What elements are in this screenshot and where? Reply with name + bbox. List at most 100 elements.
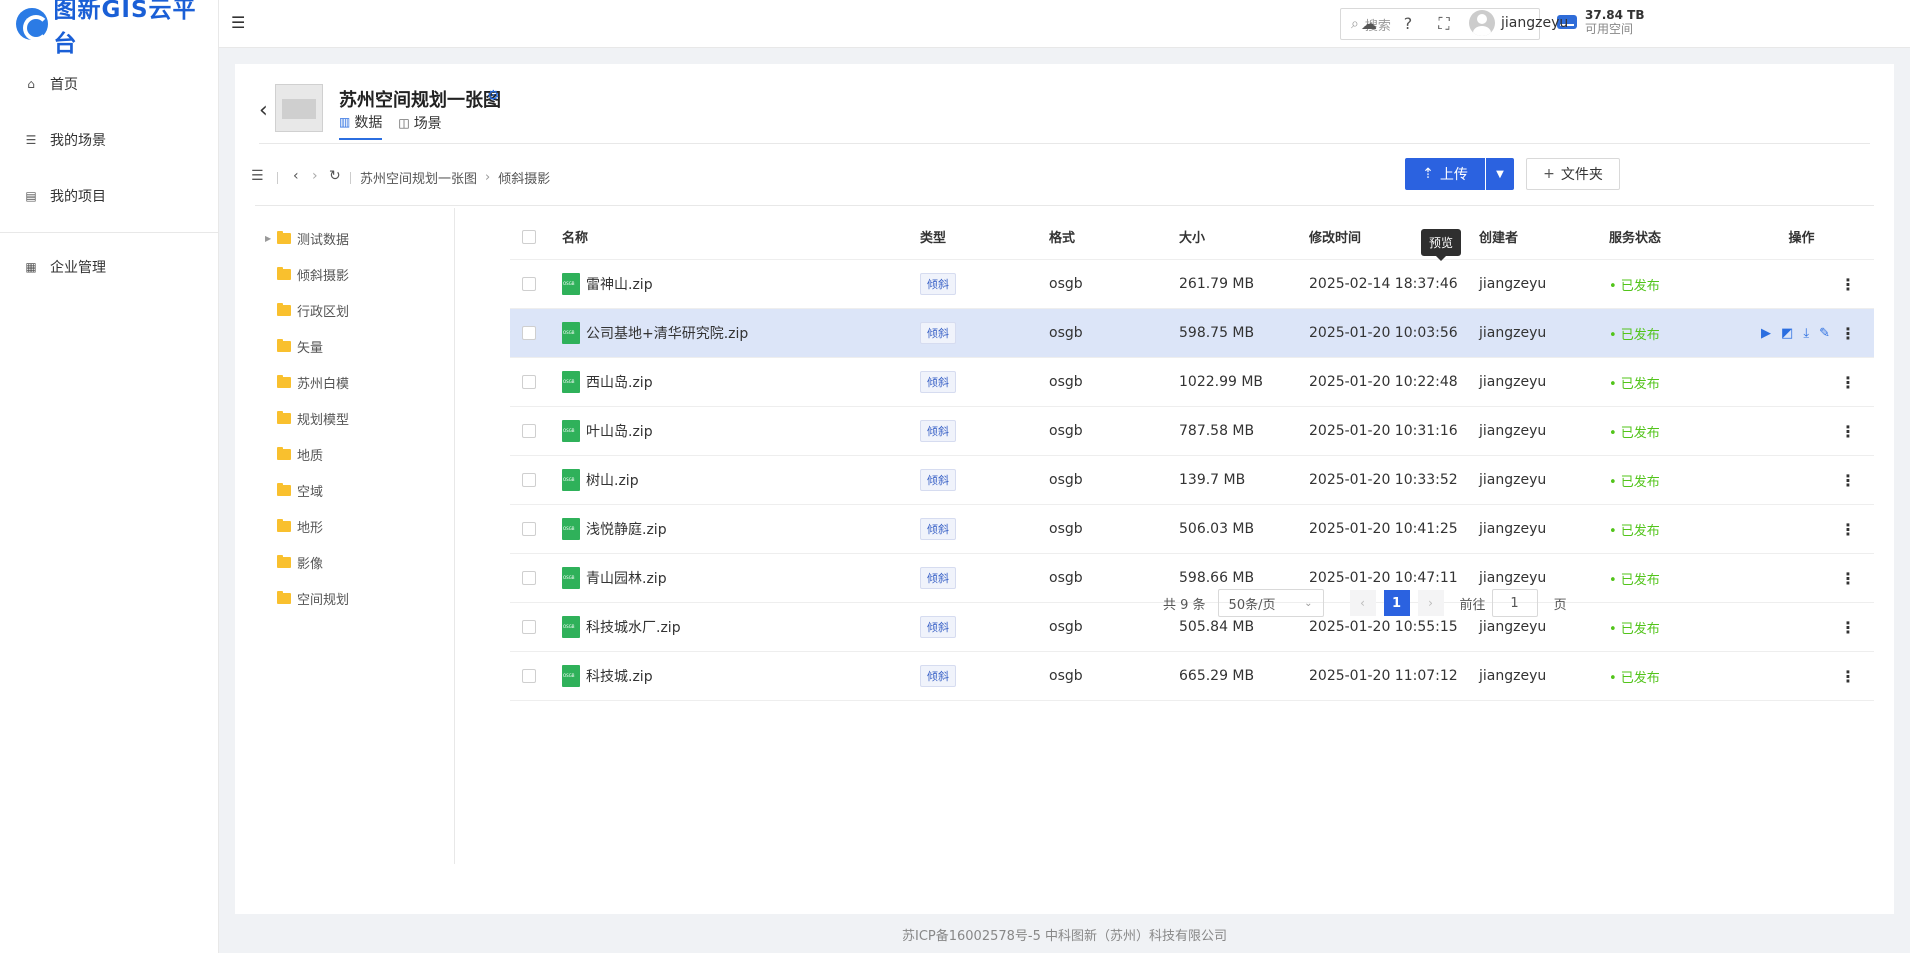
file-name[interactable]: 科技城.zip: [586, 666, 653, 686]
file-name[interactable]: 浅悦静庭.zip: [586, 519, 667, 539]
caret-right-icon[interactable]: ▶: [265, 234, 275, 243]
more-vertical-icon[interactable]: ⋮: [1840, 422, 1856, 441]
col-header-creator[interactable]: 创建者: [1479, 227, 1609, 246]
file-format: osgb: [1049, 570, 1083, 586]
list-view-icon[interactable]: ☰: [251, 168, 264, 184]
sidebar-item-home[interactable]: ⌂ 首页: [0, 56, 218, 112]
file-name[interactable]: 科技城水厂.zip: [586, 617, 681, 637]
file-name[interactable]: 树山.zip: [586, 470, 639, 490]
status-badge: • 已发布: [1609, 376, 1660, 392]
tree-item[interactable]: 规划模型: [255, 400, 454, 436]
tree-item[interactable]: 空域: [255, 472, 454, 508]
modified-time: 2025-01-20 10:47:11: [1309, 570, 1458, 586]
col-header-format[interactable]: 格式: [1049, 227, 1179, 246]
file-name[interactable]: 青山园林.zip: [586, 568, 667, 588]
more-vertical-icon[interactable]: ⋮: [1840, 373, 1856, 392]
tab-data[interactable]: ▥ 数据: [339, 112, 383, 140]
page-size-select[interactable]: 50条/页 ⌄: [1217, 589, 1324, 617]
refresh-icon[interactable]: ↻: [329, 168, 341, 184]
more-vertical-icon[interactable]: ⋮: [1840, 275, 1856, 294]
more-vertical-icon[interactable]: ⋮: [1840, 471, 1856, 490]
nav-forward-icon[interactable]: ›: [312, 168, 318, 184]
file-name[interactable]: 叶山岛.zip: [586, 421, 653, 441]
avatar: [1469, 10, 1495, 36]
fullscreen-icon[interactable]: ⛶: [1434, 14, 1454, 34]
goto-label: 前往: [1459, 597, 1486, 613]
tree-item[interactable]: 影像: [255, 544, 454, 580]
tree-item[interactable]: 空间规划: [255, 580, 454, 616]
more-vertical-icon[interactable]: ⋮: [1840, 618, 1856, 637]
osgb-file-icon: [562, 322, 580, 344]
menu-toggle-icon[interactable]: ☰: [231, 14, 249, 32]
table-row[interactable]: 浅悦静庭.zip 倾斜 osgb 506.03 MB 2025-01-20 10:41:…: [510, 505, 1874, 554]
folder-icon: [277, 374, 291, 388]
more-vertical-icon[interactable]: ⋮: [1840, 520, 1856, 539]
table-row[interactable]: 雷神山.zip 倾斜 osgb 261.79 MB 2025-02-14 18:37:4…: [510, 260, 1874, 309]
more-vertical-icon[interactable]: ⋮: [1840, 569, 1856, 588]
page-number-current[interactable]: 1: [1383, 590, 1410, 616]
logo[interactable]: 图新GIS云平台: [0, 0, 218, 57]
upload-dropdown-button[interactable]: ▼: [1486, 158, 1514, 190]
tree-item[interactable]: 矢量: [255, 328, 454, 364]
row-checkbox[interactable]: [522, 620, 536, 634]
more-vertical-icon[interactable]: ⋮: [1840, 324, 1856, 343]
next-page-button[interactable]: ›: [1417, 590, 1444, 616]
prev-page-button[interactable]: ‹: [1349, 590, 1376, 616]
file-name[interactable]: 雷神山.zip: [586, 274, 653, 294]
sidebar-divider: [0, 232, 218, 233]
breadcrumb-item[interactable]: 苏州空间规划一张图: [360, 168, 477, 187]
select-all-checkbox[interactable]: [522, 229, 536, 244]
back-icon[interactable]: ‹: [259, 98, 268, 123]
sidebar-item-my-scenes[interactable]: ☰ 我的场景: [0, 112, 218, 168]
col-header-status[interactable]: 服务状态: [1609, 227, 1729, 246]
upload-button[interactable]: ⇡ 上传: [1405, 158, 1485, 190]
gear-icon[interactable]: ⚙: [487, 88, 500, 104]
creator: jiangzeyu: [1479, 570, 1547, 586]
tree-item[interactable]: 苏州白模: [255, 364, 454, 400]
sidebar-item-my-projects[interactable]: ▤ 我的项目: [0, 168, 218, 224]
row-checkbox[interactable]: [522, 424, 536, 438]
new-folder-button[interactable]: + 文件夹: [1526, 158, 1620, 190]
cloud-upload-icon[interactable]: ☁: [1359, 14, 1379, 34]
row-checkbox[interactable]: [522, 473, 536, 487]
tab-scene[interactable]: ◫ 场景: [398, 112, 441, 140]
total-count: 共 9 条: [1163, 597, 1206, 613]
nav-back-icon[interactable]: ‹: [293, 168, 299, 184]
row-checkbox[interactable]: [522, 522, 536, 536]
goto-page-input[interactable]: 1: [1491, 589, 1538, 617]
table-row[interactable]: 科技城.zip 倾斜 osgb 665.29 MB 2025-01-20 11:07:1…: [510, 652, 1874, 701]
row-checkbox[interactable]: [522, 277, 536, 291]
user-menu[interactable]: jiangzeyu: [1469, 10, 1568, 36]
preview-icon[interactable]: ▶: [1761, 326, 1771, 341]
edit-icon[interactable]: ✎: [1819, 326, 1830, 341]
col-header-size[interactable]: 大小: [1179, 227, 1309, 246]
col-header-name[interactable]: 名称: [562, 227, 920, 246]
breadcrumb-item[interactable]: 倾斜摄影: [498, 168, 550, 187]
tree-item[interactable]: 地形: [255, 508, 454, 544]
table-row[interactable]: 公司基地+清华研究院.zip 倾斜 osgb 598.75 MB 2025-01-20 …: [510, 309, 1874, 358]
download-icon[interactable]: ⤓: [1803, 326, 1809, 341]
row-checkbox[interactable]: [522, 571, 536, 585]
tree-item[interactable]: 行政区划: [255, 292, 454, 328]
row-checkbox[interactable]: [522, 375, 536, 389]
help-icon[interactable]: ?: [1398, 14, 1418, 34]
storage-label: 可用空间: [1585, 22, 1634, 36]
file-name[interactable]: 西山岛.zip: [586, 372, 653, 392]
tree-item[interactable]: 倾斜摄影: [255, 256, 454, 292]
map-scene-icon[interactable]: ◩: [1781, 326, 1793, 341]
creator: jiangzeyu: [1479, 374, 1547, 390]
col-header-type[interactable]: 类型: [920, 227, 1049, 246]
folder-icon: [277, 338, 291, 352]
row-checkbox[interactable]: [522, 669, 536, 683]
tree-item[interactable]: ▶ 测试数据: [255, 220, 454, 256]
table-row[interactable]: 树山.zip 倾斜 osgb 139.7 MB 2025-01-20 10:33:52 j…: [510, 456, 1874, 505]
file-name[interactable]: 公司基地+清华研究院.zip: [586, 323, 748, 343]
tree-item[interactable]: 地质: [255, 436, 454, 472]
table-row[interactable]: 叶山岛.zip 倾斜 osgb 787.58 MB 2025-01-20 10:31:1…: [510, 407, 1874, 456]
more-vertical-icon[interactable]: ⋮: [1840, 667, 1856, 686]
sidebar-item-enterprise[interactable]: ▦ 企业管理: [0, 239, 218, 295]
row-checkbox[interactable]: [522, 326, 536, 340]
file-format: osgb: [1049, 521, 1083, 537]
tree-item-label: 空域: [297, 484, 324, 500]
table-row[interactable]: 西山岛.zip 倾斜 osgb 1022.99 MB 2025-01-20 10:22:…: [510, 358, 1874, 407]
